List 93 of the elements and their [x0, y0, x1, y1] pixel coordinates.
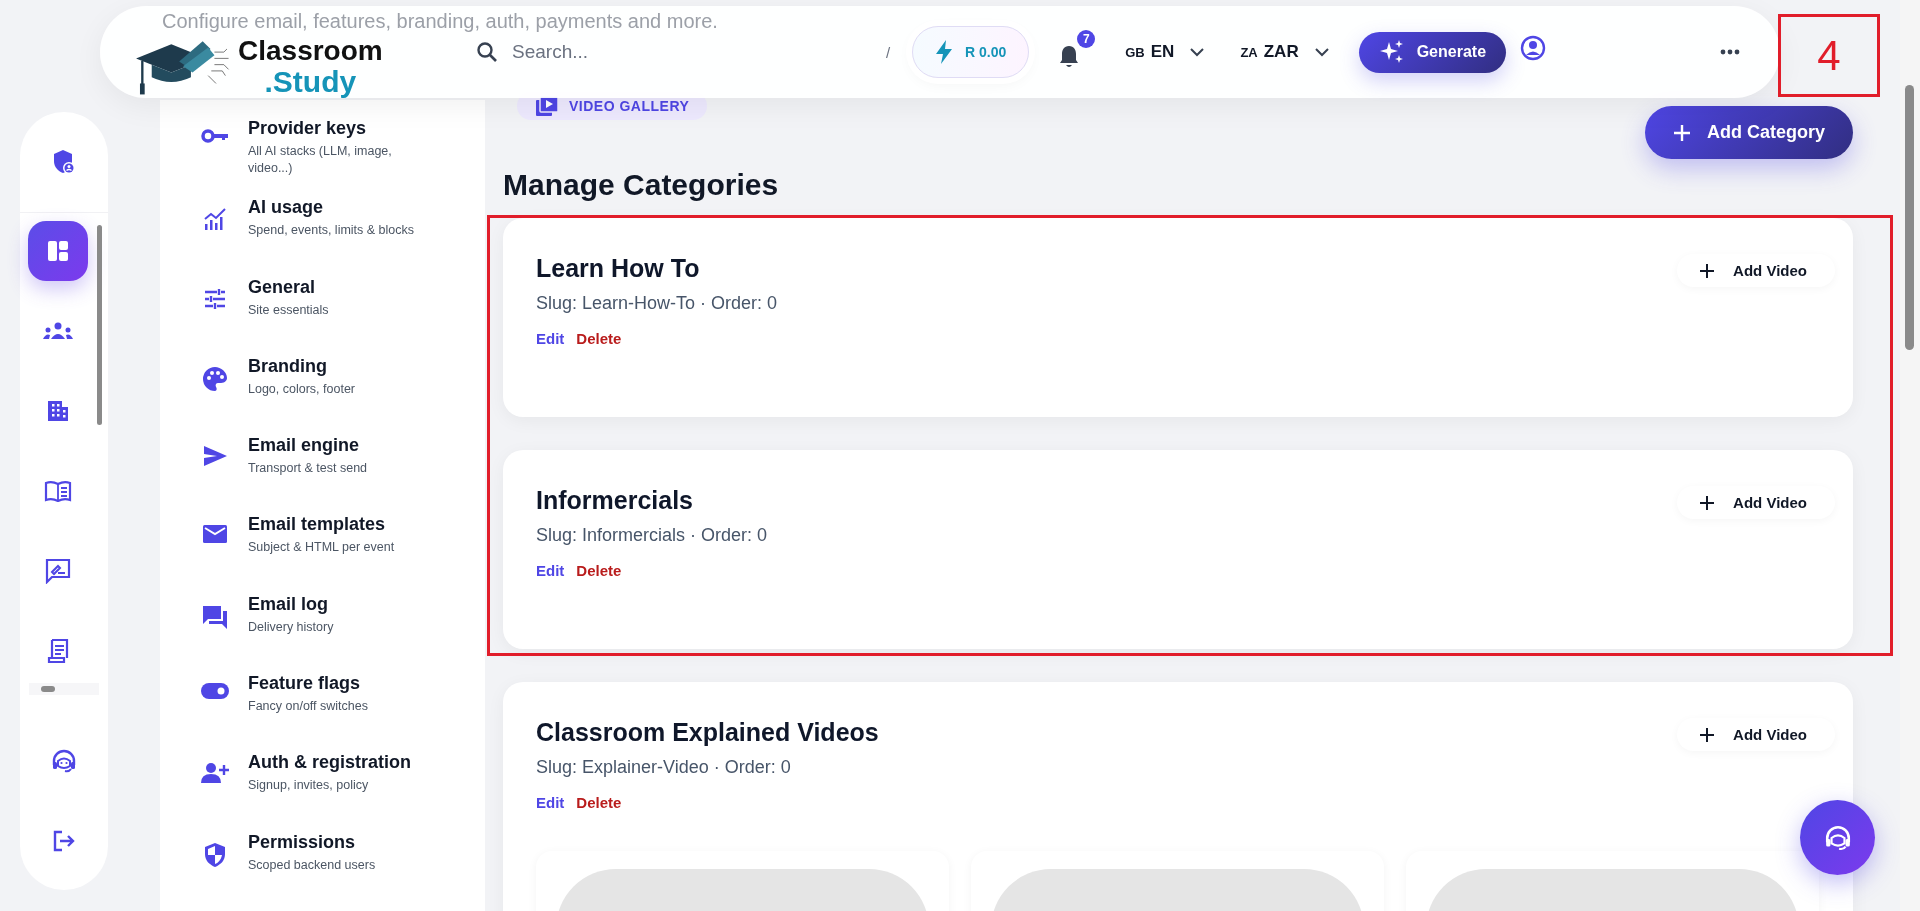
settings-item[interactable]: Feature flags Fancy on/off switches	[160, 673, 485, 753]
category-title: Learn How To	[536, 254, 701, 283]
settings-item[interactable]: Branding Logo, colors, footer	[160, 355, 485, 436]
scrollbar[interactable]	[29, 683, 99, 695]
settings-item[interactable]: Auth & registration Signup, invites, policy	[160, 752, 485, 832]
settings-item[interactable]: Email templates Subject & HTML per event	[160, 514, 485, 594]
settings-item-title: Branding	[248, 355, 328, 377]
settings-item-subtitle: Fancy on/off switches	[248, 698, 368, 715]
search-field[interactable]: Search...	[510, 40, 874, 64]
dashboard-icon	[46, 239, 70, 263]
settings-item-title: AI usage	[248, 197, 325, 219]
logo-text: .Study	[264, 67, 357, 97]
profile-button[interactable]	[1520, 35, 1547, 61]
generate-button[interactable]: Generate	[1358, 31, 1507, 73]
settings-item-subtitle: Scoped backend users	[248, 856, 376, 874]
chip-label: VIDEO GALLERY	[569, 98, 690, 114]
category-title: Classroom Explained Videos	[536, 718, 879, 747]
plus-icon	[1673, 123, 1691, 142]
currency-select[interactable]: ZA ZAR	[1234, 41, 1335, 63]
search-icon	[476, 41, 498, 63]
chevron-down-icon	[1314, 47, 1329, 57]
rail-button[interactable]	[28, 221, 88, 281]
send-icon	[202, 445, 228, 468]
settings-item-title: General	[248, 276, 317, 298]
shortcut-hint: /	[886, 43, 891, 61]
category-meta: Slug: Informercials · Order: 0	[536, 525, 768, 546]
settings-item-subtitle: Transport & test send	[248, 460, 368, 478]
page-title: Manage Categories	[503, 168, 779, 202]
add-category-button[interactable]: Add Category	[1645, 106, 1853, 159]
plus-icon	[1699, 262, 1716, 279]
logo-text: Classroom	[238, 37, 383, 65]
logout-icon	[52, 829, 76, 853]
add-video-button[interactable]: Add Video	[1677, 718, 1835, 751]
edit-link[interactable]: Edit	[536, 794, 565, 811]
person-add-icon	[201, 762, 229, 785]
category-title: Informercials	[536, 486, 694, 515]
building-icon	[46, 399, 70, 423]
book-icon	[44, 480, 72, 502]
plus-icon	[1699, 494, 1716, 511]
settings-item-subtitle: Logo, colors, footer	[248, 380, 355, 398]
palette-icon	[202, 365, 228, 392]
settings-item[interactable]: Email log Delivery history	[160, 593, 485, 674]
category-meta: Slug: Explainer-Video · Order: 0	[536, 757, 792, 778]
shield-icon	[204, 841, 226, 868]
lightning-icon	[935, 40, 953, 64]
header-subtitle: Configure email, features, branding, auth, payments and more.	[162, 10, 718, 33]
plus-icon	[1699, 726, 1716, 743]
mail-icon	[202, 524, 228, 545]
settings-item-subtitle: All AI stacks (LLM, image, video...)	[248, 143, 393, 177]
delete-link[interactable]: Delete	[576, 562, 622, 579]
settings-item-title: Provider keys	[248, 118, 368, 139]
team-icon	[43, 322, 73, 340]
annotation-label: 4	[1778, 14, 1880, 97]
notification-badge: 7	[1077, 29, 1096, 48]
shield-user-icon	[52, 149, 76, 175]
headset-icon	[51, 749, 77, 773]
delete-link[interactable]: Delete	[576, 794, 622, 811]
edit-link[interactable]: Edit	[536, 330, 565, 347]
settings-item-subtitle: Delivery history	[248, 618, 334, 636]
bell-icon	[1059, 43, 1080, 68]
chart-icon	[203, 207, 227, 232]
delete-link[interactable]: Delete	[576, 330, 622, 347]
key-icon	[201, 128, 229, 144]
more-icon	[1720, 49, 1740, 55]
user-icon	[1520, 35, 1547, 61]
settings-item[interactable]: Permissions Scoped backend users	[160, 831, 485, 911]
add-video-button[interactable]: Add Video	[1677, 254, 1835, 287]
language-select[interactable]: GB EN	[1119, 41, 1211, 63]
category-meta: Slug: Learn-How-To · Order: 0	[536, 293, 778, 314]
chat-icon	[202, 603, 228, 630]
toggle-icon	[201, 683, 229, 700]
notifications-button[interactable]: 7	[1055, 29, 1096, 75]
receipt-icon	[46, 638, 70, 664]
edit-link[interactable]: Edit	[536, 562, 565, 579]
settings-item-subtitle: Spend, events, limits & blocks	[248, 222, 415, 240]
settings-item-subtitle: Site essentials	[248, 301, 329, 319]
settings-item[interactable]: Email engine Transport & test send	[160, 435, 485, 515]
settings-item-title: Email templates	[248, 514, 387, 536]
sliders-icon	[203, 286, 227, 311]
settings-item-title: Feature flags	[248, 673, 362, 695]
settings-item[interactable]: AI usage Spend, events, limits & blocks	[160, 197, 485, 277]
settings-item[interactable]: General Site essentials	[160, 276, 485, 356]
settings-item-title: Permissions	[248, 831, 357, 853]
settings-item-subtitle: Subject & HTML per event	[248, 539, 395, 557]
feedback-icon	[45, 558, 71, 584]
settings-item[interactable]: Provider keys All AI stacks (LLM, image, video...)	[160, 118, 485, 198]
settings-item-title: Email log	[248, 593, 329, 615]
settings-item-subtitle: Signup, invites, policy	[248, 777, 370, 795]
add-video-button[interactable]: Add Video	[1677, 486, 1835, 519]
settings-item-title: Email engine	[248, 435, 361, 457]
headset-icon	[1823, 824, 1852, 851]
settings-item-title: Auth & registration	[248, 752, 411, 774]
chevron-down-icon	[1190, 47, 1205, 57]
